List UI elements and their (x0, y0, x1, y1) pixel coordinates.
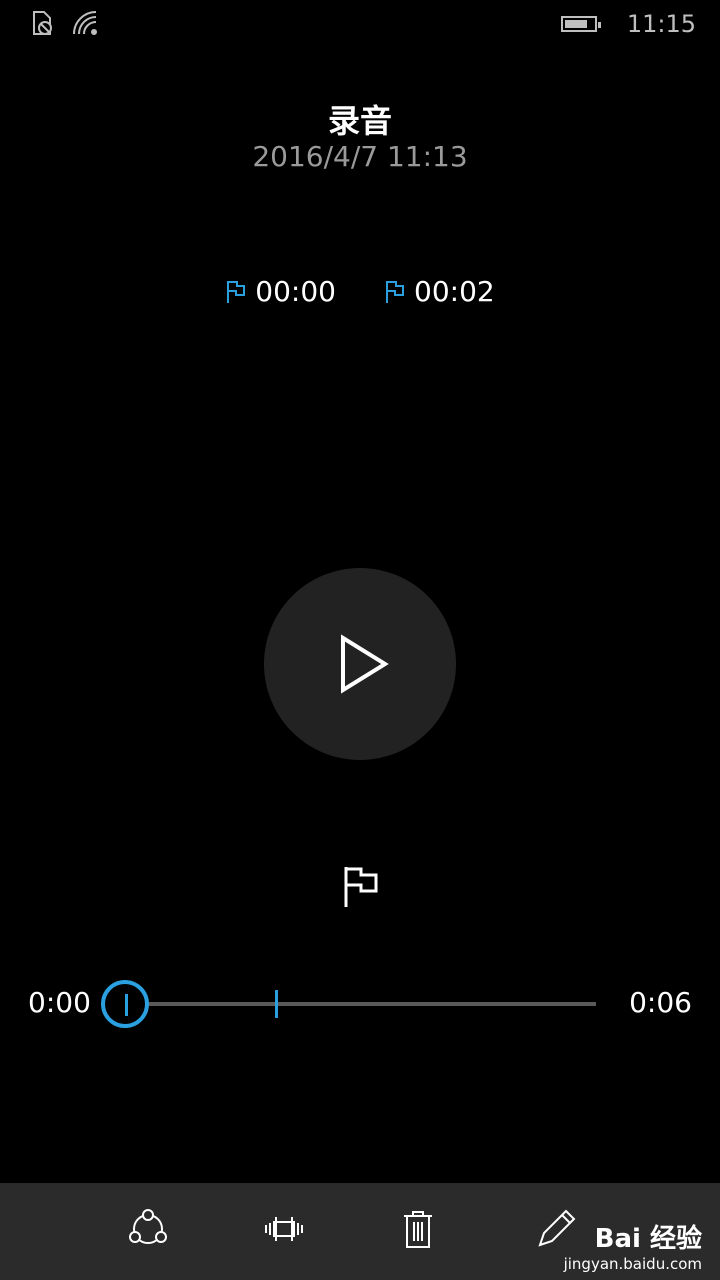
status-time: 11:15 (626, 10, 696, 38)
play-icon (341, 634, 389, 694)
marker-tick (275, 990, 278, 1018)
current-time: 0:00 (28, 986, 91, 1019)
progress-thumb[interactable] (101, 980, 149, 1028)
flag-icon (227, 280, 246, 303)
marker-time: 00:00 (255, 275, 336, 308)
add-marker-flag-icon[interactable] (343, 865, 379, 909)
no-sim-icon (33, 11, 52, 35)
marker-item[interactable]: 00:02 (384, 275, 495, 308)
status-bar-right: 11:15 (560, 10, 696, 38)
share-button[interactable] (124, 1205, 172, 1253)
wifi-icon (73, 11, 97, 35)
recording-title: 录音 (327, 102, 392, 140)
marker-item[interactable]: 00:00 (225, 275, 336, 308)
watermark: Bai 经验 jingyan.baidu.com (564, 1218, 702, 1273)
status-bar-left (30, 10, 100, 36)
marker-time: 00:02 (414, 275, 495, 308)
battery-icon (560, 16, 601, 32)
watermark-brand: Bai 经验 (594, 1224, 702, 1254)
trash-icon (404, 1211, 432, 1248)
delete-button[interactable] (394, 1205, 442, 1253)
marker-list: 00:00 00:02 (0, 275, 720, 308)
recording-datetime: 2016/4/7 11:13 (252, 140, 468, 173)
flag-icon (386, 280, 404, 303)
play-button[interactable] (264, 568, 456, 760)
total-time: 0:06 (629, 986, 692, 1019)
progress-track[interactable] (124, 1002, 596, 1006)
watermark-url: jingyan.baidu.com (563, 1255, 702, 1273)
trim-button[interactable] (260, 1205, 308, 1253)
trim-icon (265, 1217, 303, 1241)
share-icon (129, 1209, 167, 1244)
